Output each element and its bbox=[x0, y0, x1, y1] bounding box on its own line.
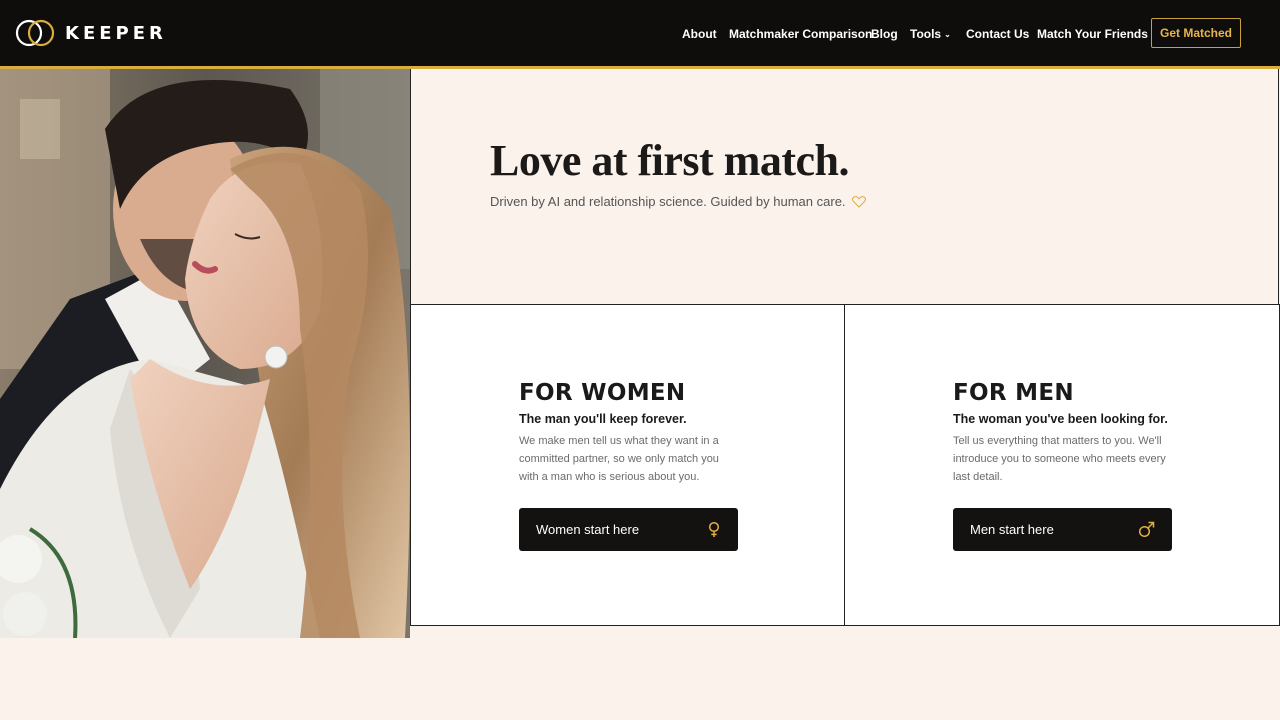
male-symbol-icon bbox=[1138, 521, 1155, 538]
nav-tools[interactable]: Tools ⌄ bbox=[910, 27, 951, 42]
main-nav: About Matchmaker Comparison Blog Tools ⌄ … bbox=[0, 27, 1280, 41]
for-men-subtitle: The woman you've been looking for. bbox=[953, 412, 1168, 426]
for-women-content: FOR WOMEN The man you'll keep forever. W… bbox=[519, 380, 749, 486]
hero-section: Love at first match. Driven by AI and re… bbox=[410, 69, 1279, 304]
women-start-button[interactable]: Women start here bbox=[519, 508, 738, 551]
site-header: KEEPER About Matchmaker Comparison Blog … bbox=[0, 0, 1280, 69]
nav-contact-us[interactable]: Contact Us bbox=[966, 27, 1029, 41]
for-women-card: FOR WOMEN The man you'll keep forever. W… bbox=[410, 304, 845, 626]
nav-matchmaker-comparison[interactable]: Matchmaker Comparison bbox=[729, 27, 872, 41]
heart-icon bbox=[851, 195, 866, 208]
for-men-title: FOR MEN bbox=[953, 380, 1074, 406]
for-women-title: FOR WOMEN bbox=[519, 380, 686, 406]
nav-about[interactable]: About bbox=[682, 27, 717, 41]
hero-title: Love at first match. bbox=[490, 136, 850, 185]
get-matched-button[interactable]: Get Matched bbox=[1151, 18, 1241, 48]
chevron-down-icon: ⌄ bbox=[944, 30, 951, 39]
women-start-label: Women start here bbox=[536, 522, 640, 537]
for-women-description: We make men tell us what they want in a … bbox=[519, 435, 719, 483]
nav-match-your-friends[interactable]: Match Your Friends bbox=[1037, 27, 1148, 41]
nav-blog[interactable]: Blog bbox=[871, 27, 898, 41]
couple-photo bbox=[0, 69, 410, 638]
for-women-subtitle: The man you'll keep forever. bbox=[519, 412, 687, 426]
men-start-button[interactable]: Men start here bbox=[953, 508, 1172, 551]
for-men-content: FOR MEN The woman you've been looking fo… bbox=[953, 380, 1183, 486]
for-men-description: Tell us everything that matters to you. … bbox=[953, 435, 1166, 483]
hero-subtitle-text: Driven by AI and relationship science. G… bbox=[490, 194, 846, 209]
for-men-card: FOR MEN The woman you've been looking fo… bbox=[844, 304, 1280, 626]
men-start-label: Men start here bbox=[970, 522, 1054, 537]
hero-subtitle: Driven by AI and relationship science. G… bbox=[490, 194, 866, 209]
nav-tools-label: Tools bbox=[910, 27, 942, 41]
female-symbol-icon bbox=[707, 521, 721, 538]
